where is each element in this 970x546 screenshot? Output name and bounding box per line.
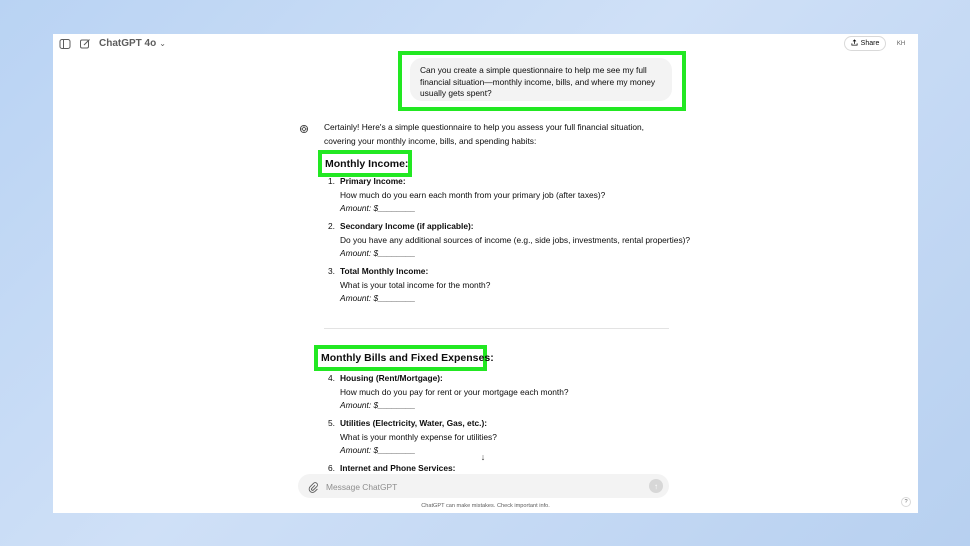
upload-icon	[851, 39, 858, 48]
user-message-highlight: Can you create a simple questionnaire to…	[398, 51, 686, 111]
user-message: Can you create a simple questionnaire to…	[410, 58, 672, 101]
item-title: Secondary Income (if applicable):	[340, 221, 474, 231]
send-button[interactable]: ↑	[649, 479, 663, 493]
message-input[interactable]	[324, 478, 628, 496]
avatar[interactable]: KH	[895, 38, 907, 50]
model-name: ChatGPT 4o	[99, 38, 157, 49]
item-title: Utilities (Electricity, Water, Gas, etc.…	[340, 418, 488, 428]
arrow-up-icon: ↑	[654, 481, 658, 491]
share-button[interactable]: Share	[844, 36, 886, 51]
item-amount: Amount: $________	[340, 445, 416, 456]
chevron-down-icon: ⌄	[159, 39, 166, 48]
chat-window: ChatGPT 4o ⌄ Share KH Can you create a si…	[53, 34, 918, 513]
item-amount: Amount: $________	[340, 203, 416, 214]
share-label: Share	[860, 40, 880, 47]
sidebar-icon[interactable]	[59, 38, 71, 50]
edit-icon[interactable]	[79, 38, 91, 50]
item-title: Total Monthly Income:	[340, 266, 429, 276]
help-button[interactable]: ?	[901, 497, 911, 507]
assistant-intro: Certainly! Here's a simple questionnaire…	[324, 122, 645, 146]
item-question: How much do you earn each month from you…	[340, 189, 606, 200]
scroll-down-button[interactable]: ↓	[475, 449, 491, 465]
model-selector[interactable]: ChatGPT 4o ⌄	[99, 38, 166, 49]
item-title: Primary Income:	[340, 176, 406, 186]
item-question: How much do you pay for rent or your mor…	[340, 386, 569, 397]
item-amount: Amount: $________	[340, 293, 416, 304]
section-heading-income: Monthly Income:	[318, 150, 412, 177]
item-amount: Amount: $________	[340, 400, 416, 411]
item-question: What is your total income for the month?	[340, 279, 491, 290]
arrow-down-icon: ↓	[480, 452, 486, 462]
item-title: Housing (Rent/Mortgage):	[340, 373, 443, 383]
paperclip-icon[interactable]	[307, 480, 319, 493]
openai-logo-icon	[299, 121, 309, 134]
divider	[324, 328, 669, 329]
item-question: What is your monthly expense for utiliti…	[340, 431, 497, 442]
composer: ↑	[298, 474, 669, 498]
section-heading-bills: Monthly Bills and Fixed Expenses:	[314, 345, 494, 371]
item-amount: Amount: $________	[340, 248, 416, 259]
disclaimer: ChatGPT can make mistakes. Check importa…	[421, 503, 550, 509]
item-question: Do you have any additional sources of in…	[340, 234, 691, 245]
